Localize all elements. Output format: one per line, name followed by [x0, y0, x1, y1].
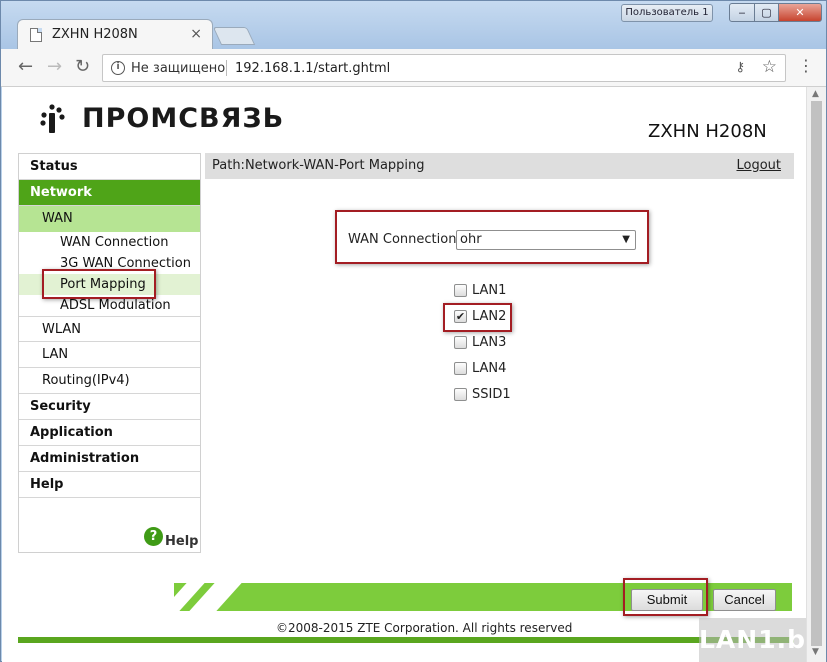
ssid1-label: SSID1 — [472, 387, 511, 402]
maximize-button[interactable]: ▢ — [754, 3, 779, 22]
address-bar[interactable]: i Не защищено 192.168.1.1/start.ghtml ⚷ … — [102, 54, 786, 82]
router-web-page: ПРОМСВЯЗЬ ZXHN H208N Status Network WAN … — [2, 87, 806, 662]
lan3-checkbox[interactable] — [454, 336, 467, 349]
sidebar-item-security[interactable]: Security — [19, 394, 200, 420]
sidebar-item-routing-ipv4[interactable]: Routing(IPv4) — [19, 368, 200, 394]
scroll-down-icon[interactable]: ▼ — [812, 647, 819, 657]
cancel-button[interactable]: Cancel — [713, 589, 776, 611]
browser-menu-icon[interactable]: ⋮ — [798, 57, 814, 75]
lan1-checkbox[interactable] — [454, 284, 467, 297]
ssid1-checkbox[interactable] — [454, 388, 467, 401]
wan-connection-label: WAN Connection — [348, 232, 457, 247]
lan2-label: LAN2 — [472, 309, 507, 324]
breadcrumb: Path:Network-WAN-Port Mapping Logout — [205, 153, 794, 179]
omnibox-divider — [226, 60, 227, 76]
tab-title: ZXHN H208N — [52, 27, 138, 42]
chevron-down-icon: ▼ — [622, 234, 630, 245]
breadcrumb-path: Path:Network-WAN-Port Mapping — [212, 158, 425, 173]
user-profile-badge[interactable]: Пользователь 1 — [621, 4, 713, 22]
sidebar-item-wan[interactable]: WAN — [19, 206, 200, 232]
sidebar-item-status[interactable]: Status — [19, 154, 200, 180]
device-model-title: ZXHN H208N — [648, 121, 767, 142]
key-icon[interactable]: ⚷ — [735, 60, 745, 75]
copyright-text: ©2008-2015 ZTE Corporation. All rights r… — [276, 621, 573, 635]
page-icon — [30, 28, 42, 42]
new-tab-button[interactable] — [212, 27, 256, 45]
lan2-checkbox[interactable]: ✔ — [454, 310, 467, 323]
lan1-label: LAN1 — [472, 283, 507, 298]
logo-wordmark: ПРОМСВЯЗЬ — [82, 103, 285, 134]
logo-dots-icon — [40, 104, 65, 133]
lan4-label: LAN4 — [472, 361, 507, 376]
scroll-up-icon[interactable]: ▲ — [812, 89, 819, 99]
wan-connection-row: WAN Connection ohr ▼ — [335, 210, 649, 264]
info-icon[interactable]: i — [111, 61, 125, 75]
scroll-thumb[interactable] — [811, 101, 822, 646]
wan-connection-value: ohr — [460, 232, 482, 247]
minimize-button[interactable]: ‒ — [729, 3, 755, 22]
browser-toolbar: ← → ↻ i Не защищено 192.168.1.1/start.gh… — [1, 49, 826, 87]
sidebar-item-wan-connection[interactable]: WAN Connection — [19, 232, 200, 253]
sidebar-item-application[interactable]: Application — [19, 420, 200, 446]
browser-window: ZXHN H208N × Пользователь 1 ‒ ▢ ✕ ← → ↻ … — [0, 0, 827, 662]
sidebar-item-lan[interactable]: LAN — [19, 342, 200, 368]
tab-close-icon[interactable]: × — [190, 26, 202, 42]
close-window-button[interactable]: ✕ — [778, 3, 822, 22]
logout-link[interactable]: Logout — [736, 158, 781, 173]
help-icon: ? — [144, 527, 163, 546]
sidebar-item-network[interactable]: Network — [19, 180, 200, 206]
watermark: LAN1.by — [699, 618, 806, 662]
security-status[interactable]: Не защищено — [131, 61, 225, 76]
sidebar-item-administration[interactable]: Administration — [19, 446, 200, 472]
footer-bottom-bar — [18, 637, 794, 643]
sidebar-item-help[interactable]: Help — [19, 472, 200, 498]
reload-icon[interactable]: ↻ — [75, 57, 90, 77]
lan3-label: LAN3 — [472, 335, 507, 350]
vertical-scrollbar[interactable]: ▲ ▼ — [806, 87, 826, 662]
url-text[interactable]: 192.168.1.1/start.ghtml — [235, 61, 390, 76]
bookmark-star-icon[interactable]: ☆ — [762, 57, 777, 77]
wan-connection-select[interactable]: ohr ▼ — [456, 230, 636, 250]
back-arrow-icon[interactable]: ← — [18, 57, 33, 77]
sidebar-item-wlan[interactable]: WLAN — [19, 316, 200, 342]
title-bar: ZXHN H208N × Пользователь 1 ‒ ▢ ✕ — [1, 1, 826, 49]
forward-arrow-icon[interactable]: → — [47, 57, 62, 77]
lan4-checkbox[interactable] — [454, 362, 467, 375]
browser-tab[interactable]: ZXHN H208N × — [17, 19, 213, 49]
submit-button[interactable]: Submit — [631, 589, 703, 611]
annotation-port-mapping — [42, 269, 156, 299]
help-link-label: Help — [165, 534, 199, 549]
sidebar-nav: Status Network WAN WAN Connection 3G WAN… — [18, 153, 201, 553]
